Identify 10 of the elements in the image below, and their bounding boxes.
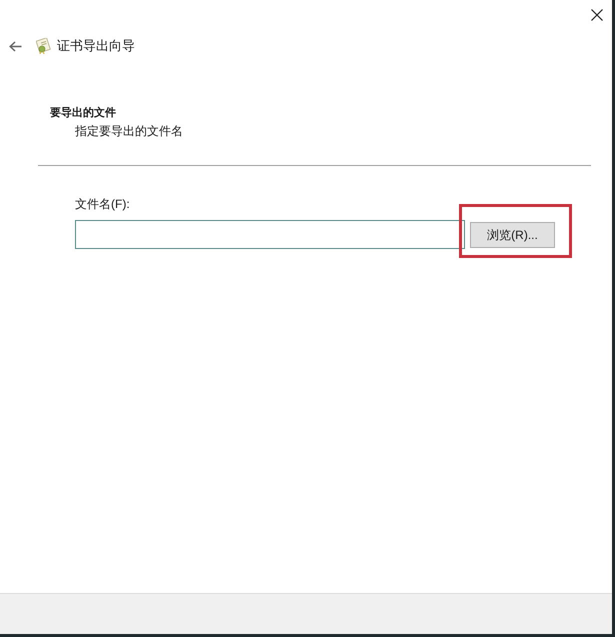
- section-heading: 要导出的文件: [50, 106, 116, 120]
- wizard-title: 证书导出向导: [57, 38, 135, 54]
- browse-button[interactable]: 浏览(R)...: [470, 222, 555, 248]
- file-name-label: 文件名(F):: [75, 197, 130, 211]
- file-name-field[interactable]: [75, 220, 465, 249]
- back-arrow-icon: [8, 40, 22, 52]
- section-description: 指定要导出的文件名: [75, 124, 183, 138]
- close-icon: [591, 9, 603, 21]
- back-button[interactable]: [8, 39, 22, 53]
- certificate-icon: [36, 38, 52, 54]
